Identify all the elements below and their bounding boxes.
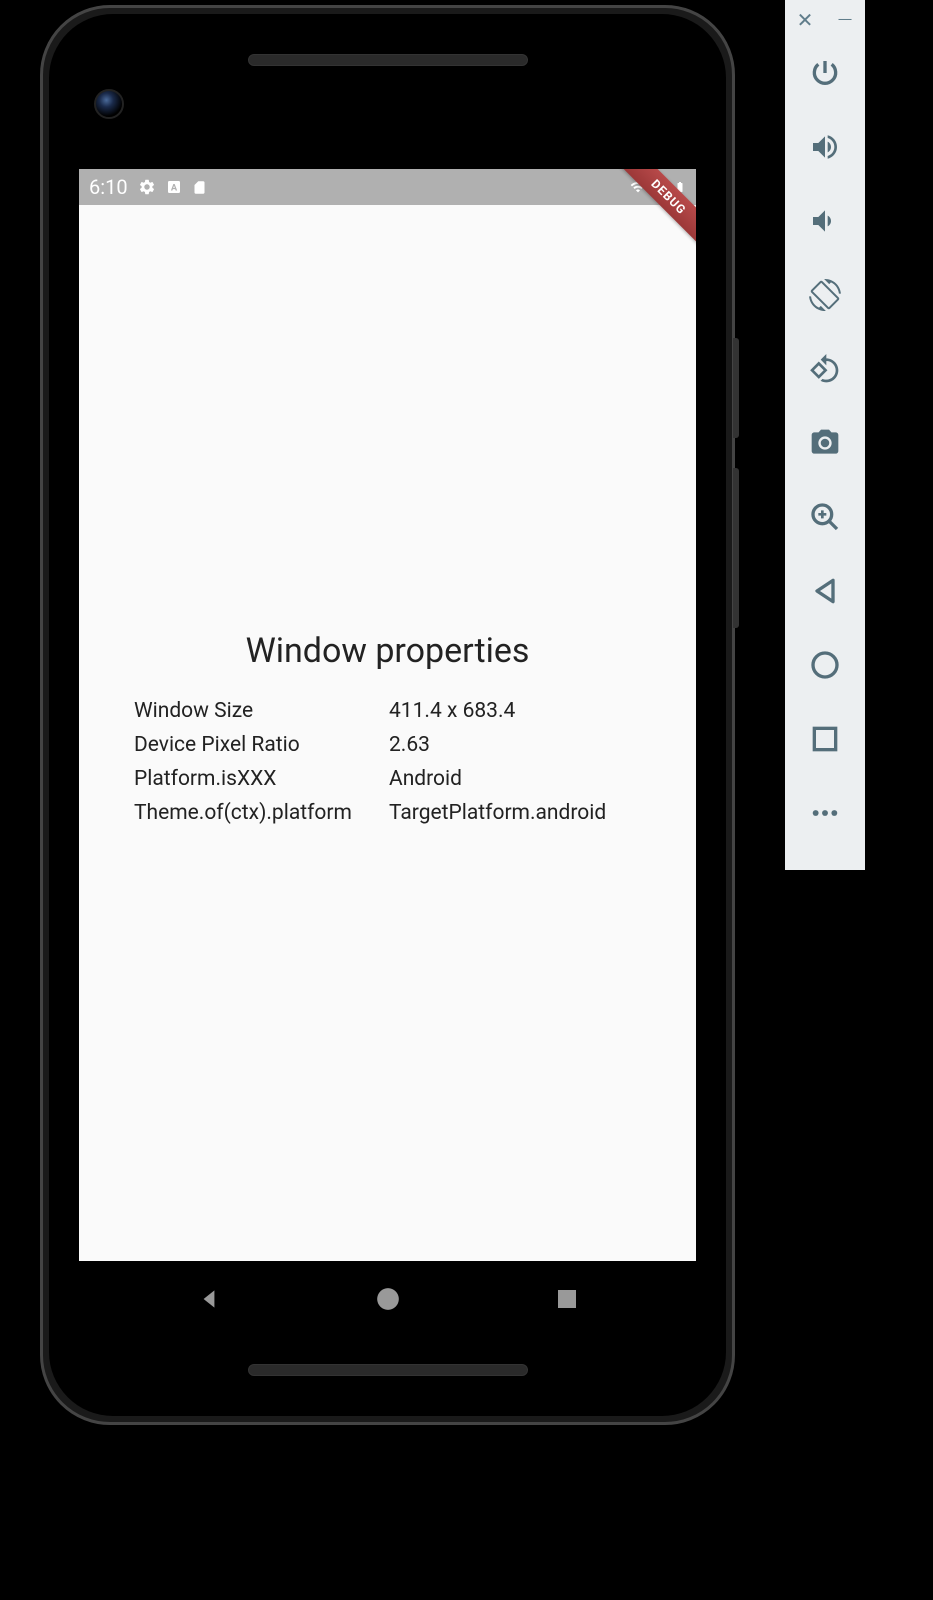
rotate-left-button[interactable]: [804, 274, 846, 316]
property-value: 2.63: [389, 733, 641, 757]
property-row: Theme.of(ctx).platform TargetPlatform.an…: [134, 801, 641, 825]
property-row: Platform.isXXX Android: [134, 767, 641, 791]
nav-overview-button[interactable]: [555, 1287, 579, 1311]
svg-text:A: A: [170, 182, 177, 193]
zoom-button[interactable]: [804, 496, 846, 538]
minimize-button[interactable]: —: [835, 8, 855, 32]
emulator-toolbar: ✕ —: [785, 0, 865, 870]
app-content: Window properties Window Size 411.4 x 68…: [79, 205, 696, 1261]
power-button[interactable]: [804, 52, 846, 94]
property-label: Window Size: [134, 699, 389, 723]
nav-back-button[interactable]: [196, 1286, 222, 1312]
device-screen: 6:10 A: [79, 169, 696, 1261]
property-label: Theme.of(ctx).platform: [134, 801, 389, 825]
overview-button[interactable]: [804, 718, 846, 760]
status-time: 6:10: [89, 175, 128, 199]
speaker-bottom: [248, 1364, 528, 1376]
property-value: 411.4 x 683.4: [389, 699, 641, 723]
device-inner: 6:10 A: [49, 14, 726, 1416]
front-camera: [94, 89, 124, 119]
back-button[interactable]: [804, 570, 846, 612]
screenshot-button[interactable]: [804, 422, 846, 464]
gear-icon: [138, 178, 156, 196]
property-label: Platform.isXXX: [134, 767, 389, 791]
volume-down-button[interactable]: [804, 200, 846, 242]
property-value: TargetPlatform.android: [389, 801, 641, 825]
status-bar: 6:10 A: [79, 169, 696, 205]
rotate-right-button[interactable]: [804, 348, 846, 390]
property-row: Window Size 411.4 x 683.4: [134, 699, 641, 723]
android-nav-bar: [79, 1261, 696, 1336]
device-volume-side-button: [733, 468, 739, 628]
sd-card-icon: [192, 179, 207, 196]
device-frame: 6:10 A: [40, 5, 735, 1425]
property-label: Device Pixel Ratio: [134, 733, 389, 757]
close-button[interactable]: ✕: [795, 8, 815, 32]
more-button[interactable]: [804, 792, 846, 834]
home-button[interactable]: [804, 644, 846, 686]
app-notification-icon: A: [166, 179, 182, 195]
speaker-top: [248, 54, 528, 66]
device-power-side-button: [733, 338, 739, 438]
volume-up-button[interactable]: [804, 126, 846, 168]
property-row: Device Pixel Ratio 2.63: [134, 733, 641, 757]
property-value: Android: [389, 767, 641, 791]
page-title: Window properties: [134, 631, 641, 671]
nav-home-button[interactable]: [375, 1286, 401, 1312]
